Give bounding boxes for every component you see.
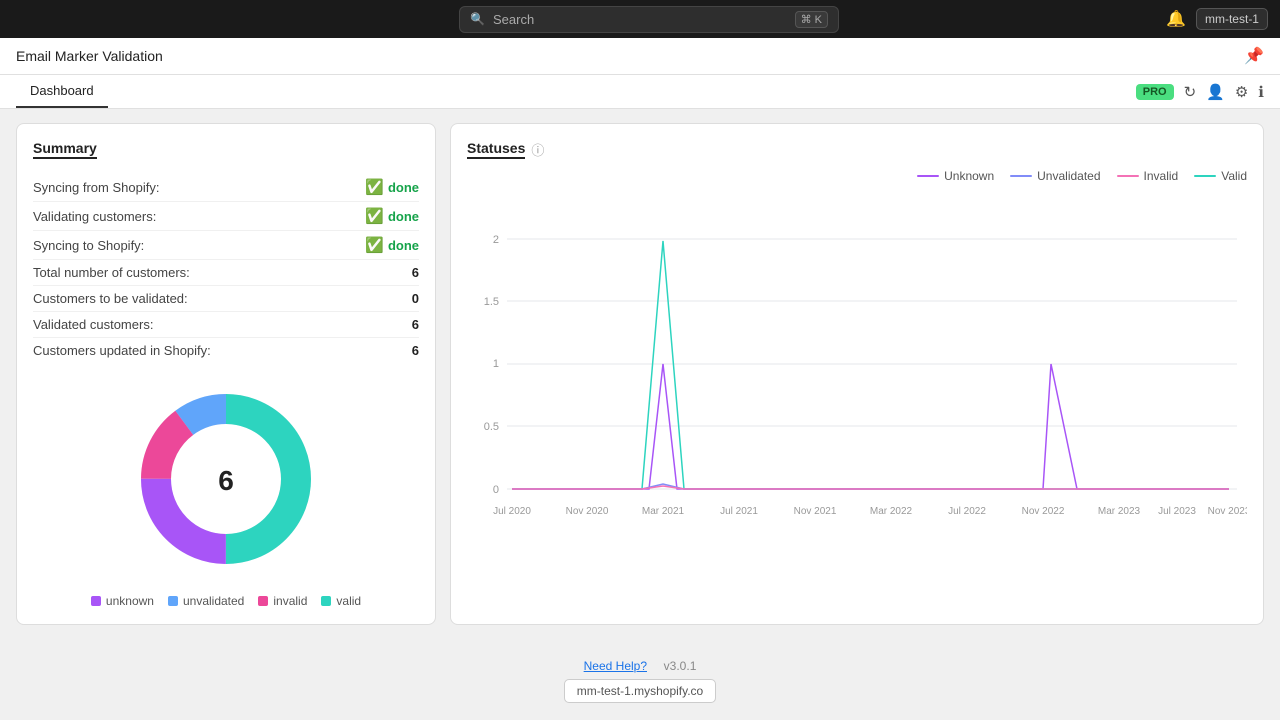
summary-title: Summary: [33, 140, 97, 159]
chart-area: 0 0.5 1 1.5 2 Jul 2020 Nov 2020 Mar 2021…: [467, 189, 1247, 552]
summary-row: Customers updated in Shopify: 6: [33, 338, 419, 363]
help-icon[interactable]: ℹ: [1258, 83, 1264, 101]
nav-right: 🔔 mm-test-1: [1166, 8, 1268, 30]
summary-row: Syncing to Shopify: ✅done: [33, 231, 419, 260]
donut-center-label: 6: [218, 465, 234, 497]
donut-legend: unknown unvalidated invalid valid: [91, 594, 361, 608]
summary-row: Total number of customers: 6: [33, 260, 419, 286]
svg-text:Nov 2021: Nov 2021: [794, 506, 837, 517]
search-bar[interactable]: 🔍 Search ⌘ K: [459, 6, 839, 33]
page-title: Email Marker Validation: [16, 48, 163, 64]
legend-item: unknown: [91, 594, 154, 608]
footer: Need Help? v3.0.1 mm-test-1.myshopify.co: [0, 639, 1280, 713]
search-shortcut: ⌘ K: [795, 11, 828, 28]
chart-legend-label: Invalid: [1144, 169, 1179, 183]
legend-label: unknown: [106, 594, 154, 608]
summary-row-label: Validated customers:: [33, 317, 153, 332]
summary-row-value: 6: [412, 343, 419, 358]
footer-domain: mm-test-1.myshopify.co: [564, 679, 716, 703]
summary-row-label: Customers to be validated:: [33, 291, 188, 306]
legend-dot: [91, 596, 101, 606]
chart-line-swatch: [1117, 175, 1139, 177]
svg-text:Nov 2020: Nov 2020: [566, 506, 609, 517]
statuses-card: Statuses ⓘ Unknown Unvalidated Invalid Vali…: [450, 123, 1264, 625]
svg-text:2: 2: [493, 234, 499, 246]
chart-line-swatch: [1194, 175, 1216, 177]
svg-text:0.5: 0.5: [484, 421, 499, 433]
chart-legend-item: Unknown: [917, 169, 994, 183]
svg-text:Nov 2023: Nov 2023: [1208, 506, 1247, 517]
donut-container: 6 unknown unvalidated invalid valid: [33, 379, 419, 608]
top-nav: 🔍 Search ⌘ K 🔔 mm-test-1: [0, 0, 1280, 38]
chart-legend-label: Valid: [1221, 169, 1247, 183]
summary-row-label: Syncing to Shopify:: [33, 238, 144, 253]
svg-text:Jul 2023: Jul 2023: [1158, 506, 1196, 517]
summary-row-label: Syncing from Shopify:: [33, 180, 159, 195]
legend-label: unvalidated: [183, 594, 244, 608]
tabs-row: Dashboard PRO ↻ 👤 ⚙ ℹ: [0, 75, 1280, 109]
main-content: Summary Syncing from Shopify:✅doneValida…: [0, 109, 1280, 639]
statuses-title: Statuses: [467, 140, 525, 159]
chart-legend-item: Unvalidated: [1010, 169, 1100, 183]
summary-rows: Syncing from Shopify:✅doneValidating cus…: [33, 173, 419, 363]
page-header: Email Marker Validation 📌: [0, 38, 1280, 75]
summary-row-value: 6: [412, 317, 419, 332]
legend-dot: [168, 596, 178, 606]
svg-text:Mar 2021: Mar 2021: [642, 506, 685, 517]
pro-badge: PRO: [1136, 84, 1174, 100]
settings-icon[interactable]: ⚙: [1235, 83, 1248, 101]
legend-dot: [321, 596, 331, 606]
version-label: v3.0.1: [664, 659, 697, 673]
chart-line-swatch: [1010, 175, 1032, 177]
svg-text:1.5: 1.5: [484, 296, 499, 308]
summary-row-value: ✅done: [365, 236, 419, 254]
summary-row-value: ✅done: [365, 207, 419, 225]
search-placeholder: Search: [493, 12, 534, 27]
chart-legend-label: Unvalidated: [1037, 169, 1100, 183]
svg-text:0: 0: [493, 484, 499, 496]
statuses-header: Statuses ⓘ: [467, 140, 1247, 159]
tabs-right: PRO ↻ 👤 ⚙ ℹ: [1136, 83, 1264, 101]
tab-dashboard[interactable]: Dashboard: [16, 75, 108, 108]
info-icon[interactable]: ⓘ: [531, 140, 544, 159]
pin-icon[interactable]: 📌: [1244, 46, 1264, 66]
summary-row: Validated customers: 6: [33, 312, 419, 338]
chart-line-swatch: [917, 175, 939, 177]
account-badge[interactable]: mm-test-1: [1196, 8, 1268, 30]
summary-row-value: 0: [412, 291, 419, 306]
summary-card: Summary Syncing from Shopify:✅doneValida…: [16, 123, 436, 625]
legend-item: invalid: [258, 594, 307, 608]
summary-row-value: 6: [412, 265, 419, 280]
help-link[interactable]: Need Help?: [584, 659, 647, 673]
svg-text:Jul 2020: Jul 2020: [493, 506, 531, 517]
chart-legend: Unknown Unvalidated Invalid Valid: [467, 169, 1247, 183]
summary-row-value: ✅done: [365, 178, 419, 196]
donut-chart: 6: [126, 379, 326, 582]
summary-row: Customers to be validated: 0: [33, 286, 419, 312]
chart-legend-item: Invalid: [1117, 169, 1179, 183]
refresh-icon[interactable]: ↻: [1184, 83, 1197, 101]
user-icon[interactable]: 👤: [1206, 83, 1225, 101]
summary-row: Syncing from Shopify: ✅done: [33, 173, 419, 202]
legend-label: invalid: [273, 594, 307, 608]
summary-row-label: Total number of customers:: [33, 265, 190, 280]
svg-text:Nov 2022: Nov 2022: [1022, 506, 1065, 517]
search-icon: 🔍: [470, 12, 485, 26]
svg-text:Mar 2022: Mar 2022: [870, 506, 913, 517]
legend-label: valid: [336, 594, 361, 608]
legend-dot: [258, 596, 268, 606]
chart-legend-label: Unknown: [944, 169, 994, 183]
svg-text:Jul 2022: Jul 2022: [948, 506, 986, 517]
notification-icon[interactable]: 🔔: [1166, 9, 1186, 29]
svg-text:Jul 2021: Jul 2021: [720, 506, 758, 517]
summary-row: Validating customers: ✅done: [33, 202, 419, 231]
svg-text:Mar 2023: Mar 2023: [1098, 506, 1141, 517]
legend-item: valid: [321, 594, 361, 608]
legend-item: unvalidated: [168, 594, 244, 608]
svg-text:1: 1: [493, 358, 499, 370]
summary-row-label: Customers updated in Shopify:: [33, 343, 211, 358]
summary-row-label: Validating customers:: [33, 209, 156, 224]
chart-legend-item: Valid: [1194, 169, 1247, 183]
